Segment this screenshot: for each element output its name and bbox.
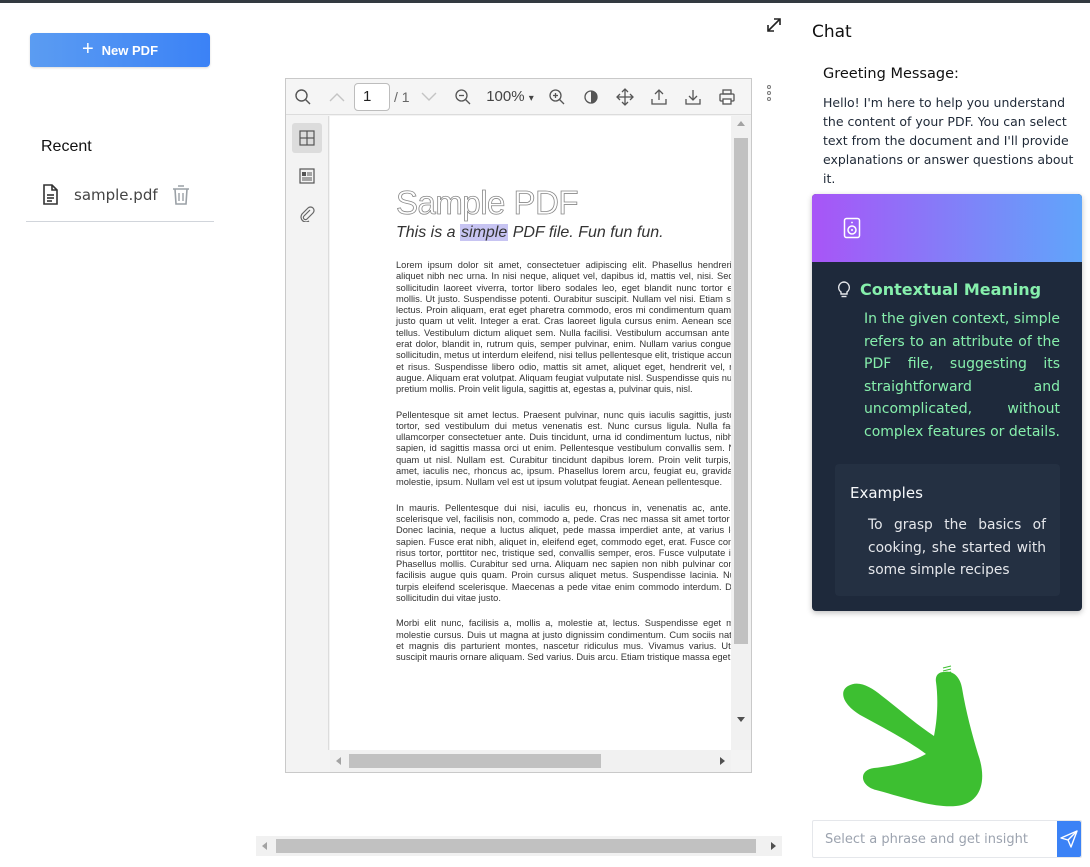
download-icon[interactable] [676, 79, 710, 115]
pdf-horizontal-scrollbar[interactable] [330, 750, 731, 772]
scroll-up-icon[interactable] [737, 121, 745, 126]
caret-down-icon: ▾ [528, 93, 534, 104]
more-options-icon[interactable] [762, 84, 776, 106]
contextual-meaning-title: Contextual Meaning [860, 280, 1042, 299]
pdf-subtitle[interactable]: This is a simple PDF file. Fun fun fun. [396, 224, 731, 242]
scroll-thumb[interactable] [276, 839, 756, 853]
theme-toggle-icon[interactable] [574, 79, 608, 115]
zoom-out-icon[interactable] [446, 79, 480, 115]
next-page-icon[interactable] [412, 79, 446, 115]
plus-icon: + [81, 38, 94, 60]
pdf-paragraph: Lorem ipsum dolor sit amet, consectetuer… [396, 260, 731, 395]
scroll-left-icon[interactable] [336, 757, 341, 765]
recent-item-name: sample.pdf [74, 186, 158, 204]
examples-title: Examples [850, 484, 923, 502]
greeting-text: Hello! I'm here to help you understand t… [823, 95, 1074, 186]
lightbulb-icon [837, 280, 851, 297]
greeting-title: Greeting Message: [823, 66, 959, 82]
examples-box: Examples To grasp the basics of cooking,… [835, 464, 1060, 596]
pdf-vertical-scrollbar[interactable] [731, 116, 751, 750]
trash-icon[interactable] [172, 184, 190, 206]
file-text-icon [43, 184, 58, 205]
chat-input[interactable] [813, 821, 1059, 857]
chat-title: Chat [812, 22, 852, 42]
pdf-side-strip [286, 116, 329, 750]
zoom-select[interactable]: 100% ▾ [480, 88, 540, 105]
recent-divider [26, 221, 214, 222]
previous-page-icon[interactable] [320, 79, 354, 115]
insight-card-header [812, 194, 1082, 262]
pdf-subtitle-after: PDF file. Fun fun fun. [508, 224, 664, 241]
contextual-meaning-heading: Contextual Meaning [836, 280, 1041, 299]
new-pdf-label: New PDF [101, 42, 159, 58]
attachments-button[interactable] [292, 199, 322, 229]
pan-icon[interactable] [608, 79, 642, 115]
print-icon[interactable] [710, 79, 744, 115]
search-icon[interactable] [286, 79, 320, 115]
recent-title: Recent [41, 138, 92, 155]
pdf-toolbar: / 1 100% ▾ [286, 79, 751, 115]
pdf-subtitle-before: This is a [396, 224, 461, 241]
outline-icon [299, 168, 315, 184]
scroll-right-icon[interactable] [771, 842, 776, 850]
scroll-thumb[interactable] [734, 138, 748, 644]
page-total: / 1 [394, 88, 410, 105]
selected-phrase[interactable]: simple [460, 224, 509, 241]
grid-icon [299, 130, 315, 146]
green-hand-drawing [843, 665, 983, 807]
paperclip-icon [300, 206, 315, 222]
insight-card: Contextual Meaning In the given context,… [812, 194, 1082, 611]
scroll-right-icon[interactable] [720, 757, 725, 765]
recent-item[interactable]: sample.pdf [40, 180, 210, 210]
scroll-down-icon[interactable] [737, 717, 745, 722]
outline-button[interactable] [292, 161, 322, 191]
pdf-title: Sample PDF [396, 184, 579, 222]
examples-text: To grasp the basics of cooking, she star… [868, 517, 1046, 578]
pdf-page[interactable]: Sample PDF This is a simple PDF file. Fu… [330, 116, 731, 750]
upload-icon[interactable] [642, 79, 676, 115]
send-icon [1060, 830, 1078, 848]
pdf-paragraph: Morbi elit nunc, facilisis a, mollis a, … [396, 618, 731, 663]
page-number-input[interactable] [354, 82, 390, 111]
zoom-label: 100% [486, 88, 525, 105]
top-bar [0, 0, 1090, 3]
send-button[interactable] [1057, 821, 1081, 857]
chat-input-container [812, 820, 1082, 858]
pdf-paragraph: Pellentesque sit amet lectus. Praesent p… [396, 409, 731, 488]
pdf-viewer: / 1 100% ▾ [285, 78, 752, 773]
expand-icon[interactable] [765, 16, 783, 34]
page-horizontal-scrollbar[interactable] [256, 836, 782, 856]
scroll-thumb[interactable] [349, 754, 601, 768]
thumbnails-button[interactable] [292, 123, 322, 153]
zoom-in-icon[interactable] [540, 79, 574, 115]
pdf-page-content: Sample PDF This is a simple PDF file. Fu… [396, 184, 731, 664]
contextual-meaning-text: In the given context, simple refers to a… [864, 311, 1060, 440]
scroll-left-icon[interactable] [262, 842, 267, 850]
new-pdf-button[interactable]: + New PDF [30, 33, 210, 67]
speaker-icon[interactable] [843, 217, 861, 239]
pdf-paragraph: In mauris. Pellentesque dui nisi, iaculi… [396, 502, 731, 604]
